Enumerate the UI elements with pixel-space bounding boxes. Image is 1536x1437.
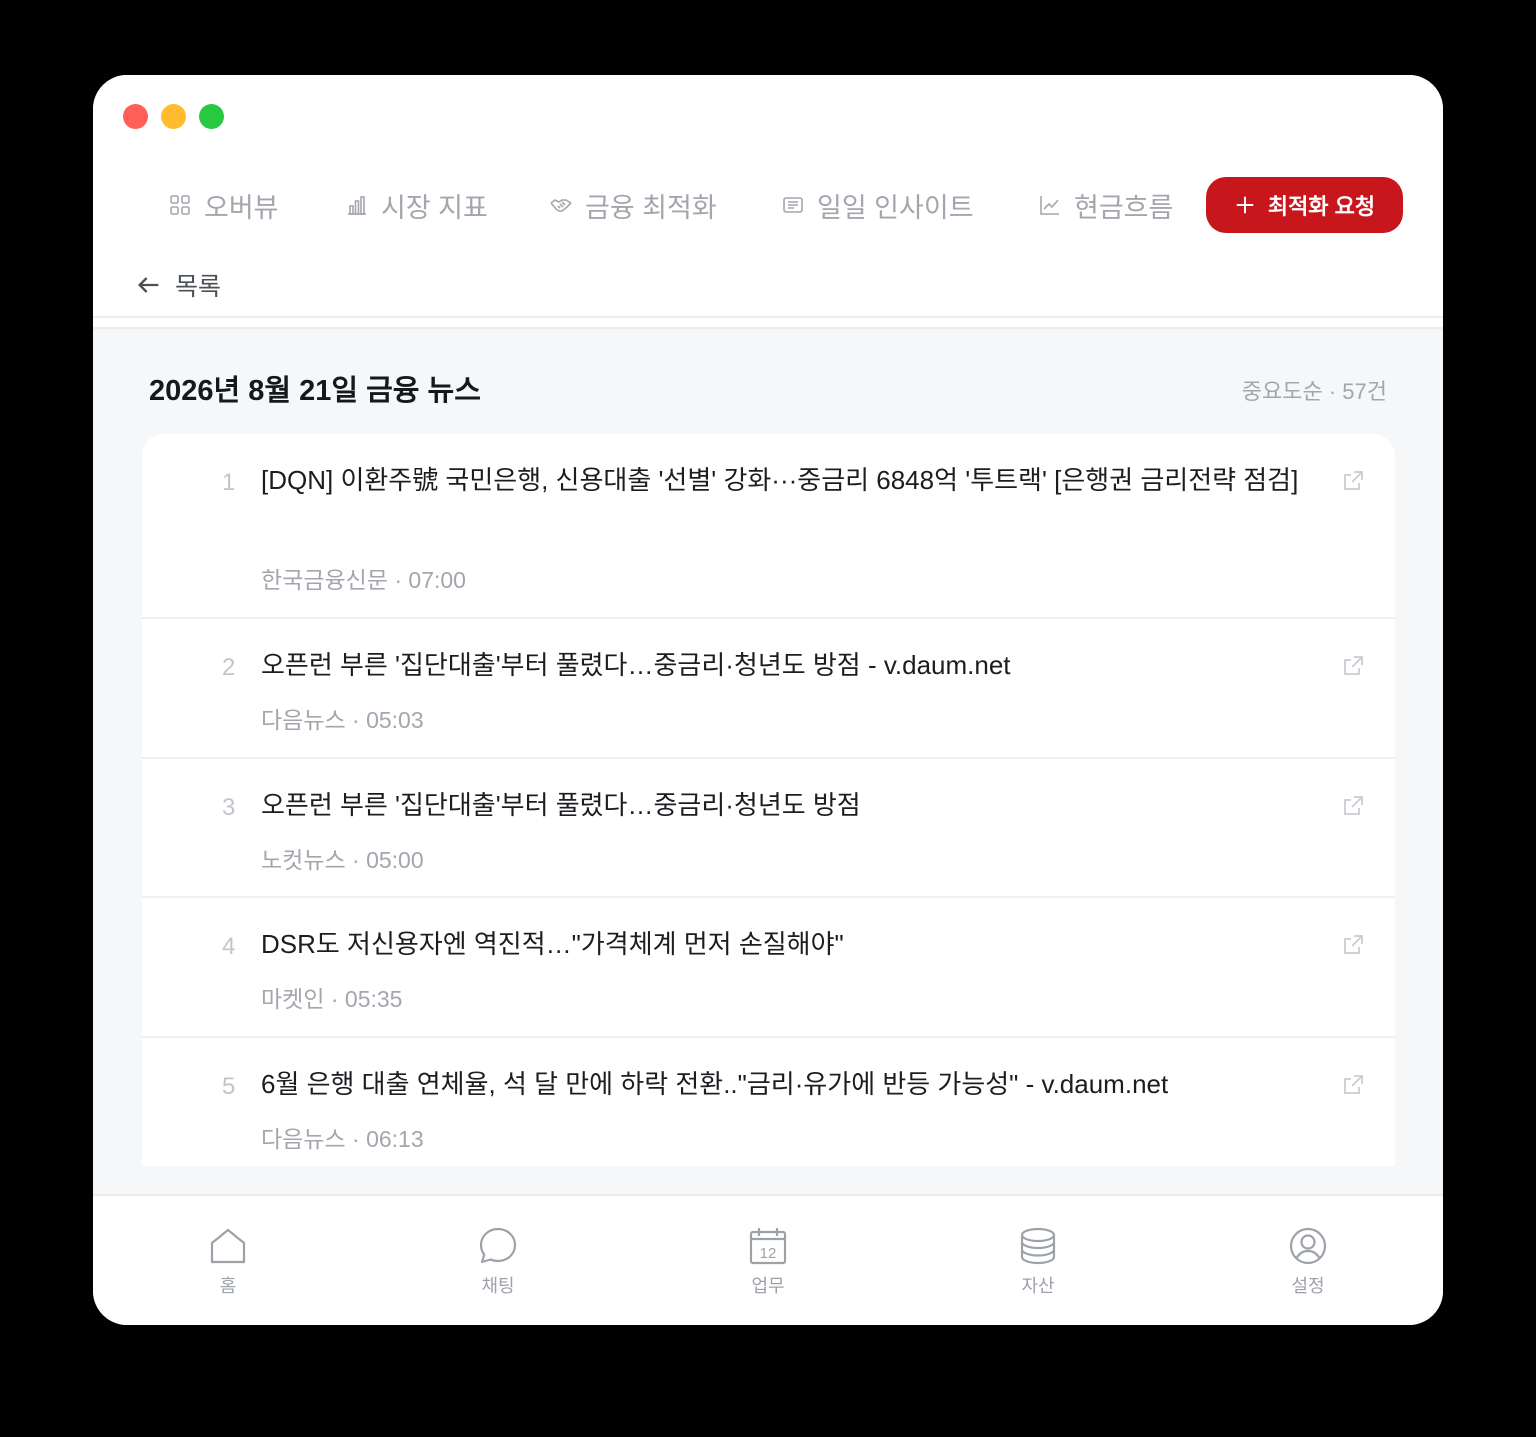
tab-assets[interactable]: 자산 [988, 1226, 1088, 1298]
calendar-badge: 12 [760, 1245, 777, 1262]
tab-label: 홈 [219, 1276, 237, 1296]
back-bar: 목록 [93, 254, 1443, 318]
nav-item-market-indicators[interactable]: 시장 지표 [345, 177, 488, 233]
arrow-left-icon [138, 277, 159, 293]
external-link-button[interactable] [1341, 654, 1365, 678]
close-window-button[interactable] [123, 104, 148, 129]
nav-item-label: 현금흐름 [1074, 192, 1174, 223]
news-source: 노컷뉴스 · 05:00 [261, 847, 424, 873]
tab-label: 업무 [751, 1276, 785, 1296]
external-link-icon [1344, 656, 1363, 675]
news-rank: 4 [222, 933, 236, 960]
nav-item-daily-insight[interactable]: 일일 인사이트 [781, 177, 974, 233]
nav-item-label: 시장 지표 [381, 192, 488, 223]
tab-settings[interactable]: 설정 [1258, 1226, 1358, 1298]
tab-label: 채팅 [481, 1276, 515, 1296]
tab-home[interactable]: 홈 [178, 1226, 278, 1298]
external-link-icon [1344, 471, 1363, 490]
news-title[interactable]: 오픈런 부른 '집단대출'부터 풀렸다…중금리·청년도 방점 - v.daum.… [261, 642, 1301, 688]
back-label: 목록 [175, 273, 222, 301]
news-rank: 2 [222, 654, 236, 681]
external-link-button[interactable] [1341, 794, 1365, 818]
news-source: 한국금융신문 · 07:00 [261, 567, 466, 593]
bar-chart-icon [348, 196, 366, 215]
news-title[interactable]: DSR도 저신용자엔 역진적…"가격체계 먼저 손질해야" [261, 921, 1301, 967]
news-list: 1 [DQN] 이환주號 국민은행, 신용대출 '선별' 강화···중금리 68… [142, 434, 1395, 1166]
window-controls [123, 104, 224, 129]
news-rank: 3 [222, 794, 236, 821]
grid-icon [170, 195, 190, 215]
news-item-4[interactable]: 4 DSR도 저신용자엔 역진적…"가격체계 먼저 손질해야" 마켓인 · 05… [142, 898, 1395, 1038]
news-title[interactable]: 6월 은행 대출 연체율, 석 달 만에 하락 전환.."금리·유가에 반등 가… [261, 1061, 1301, 1107]
tab-label: 설정 [1291, 1276, 1325, 1296]
user-circle-icon [1289, 1227, 1327, 1265]
external-link-button[interactable] [1341, 469, 1365, 493]
tab-label: 자산 [1021, 1276, 1055, 1296]
external-link-button[interactable] [1341, 933, 1365, 957]
news-title[interactable]: [DQN] 이환주號 국민은행, 신용대출 '선별' 강화···중금리 6848… [261, 457, 1301, 503]
coins-icon [1020, 1227, 1056, 1265]
nav-item-label: 오버뷰 [204, 192, 279, 223]
home-icon [210, 1228, 246, 1264]
news-source: 다음뉴스 · 06:13 [261, 1126, 424, 1152]
news-item-2[interactable]: 2 오픈런 부른 '집단대출'부터 풀렸다…중금리·청년도 방점 - v.dau… [142, 619, 1395, 759]
external-link-icon [1344, 935, 1363, 954]
tab-chat[interactable]: 채팅 [448, 1226, 548, 1298]
request-optimization-button[interactable]: 최적화 요청 [1206, 177, 1403, 233]
external-link-button[interactable] [1341, 1073, 1365, 1097]
news-item-3[interactable]: 3 오픈런 부른 '집단대출'부터 풀렸다…중금리·청년도 방점 노컷뉴스 · … [142, 759, 1395, 898]
app-window: 오버뷰 시장 지표 금융 최적화 일일 인사이트 현금흐름 최적화 요청 목록 … [93, 75, 1443, 1325]
nav-item-label: 금융 최적화 [585, 192, 717, 223]
chat-icon [479, 1227, 517, 1264]
minimize-window-button[interactable] [161, 104, 186, 129]
handshake-icon [550, 199, 572, 212]
plus-icon [1236, 196, 1254, 214]
external-link-icon [1344, 796, 1363, 815]
news-item-1[interactable]: 1 [DQN] 이환주號 국민은행, 신용대출 '선별' 강화···중금리 68… [142, 434, 1395, 619]
external-link-icon [1344, 1075, 1363, 1094]
nav-item-financial-optimization[interactable]: 금융 최적화 [549, 177, 717, 233]
news-rank: 5 [222, 1073, 236, 1100]
cta-label: 최적화 요청 [1267, 194, 1376, 219]
newspaper-icon [783, 197, 803, 213]
news-source: 마켓인 · 05:35 [261, 986, 403, 1012]
tab-work[interactable]: 12 업무 [718, 1226, 818, 1298]
sort-meta: 중요도순 · 57건 [1241, 379, 1387, 404]
nav-item-cashflow[interactable]: 현금흐름 [1038, 177, 1173, 233]
nav-item-label: 일일 인사이트 [817, 192, 974, 223]
back-to-list-button[interactable]: 목록 [135, 254, 221, 316]
news-title[interactable]: 오픈런 부른 '집단대출'부터 풀렸다…중금리·청년도 방점 [261, 782, 1301, 828]
nav-item-overview[interactable]: 오버뷰 [168, 177, 279, 233]
news-rank: 1 [222, 469, 236, 496]
calendar-icon: 12 [749, 1228, 787, 1265]
news-item-5[interactable]: 5 6월 은행 대출 연체율, 석 달 만에 하락 전환.."금리·유가에 반등… [142, 1038, 1395, 1166]
zoom-window-button[interactable] [199, 104, 224, 129]
news-source: 다음뉴스 · 05:03 [261, 707, 424, 733]
page-title: 2026년 8월 21일 금융 뉴스 [149, 375, 481, 407]
bottom-tab-bar: 홈 채팅 12 업무 자산 설정 [93, 1194, 1443, 1325]
trend-icon [1040, 196, 1059, 215]
